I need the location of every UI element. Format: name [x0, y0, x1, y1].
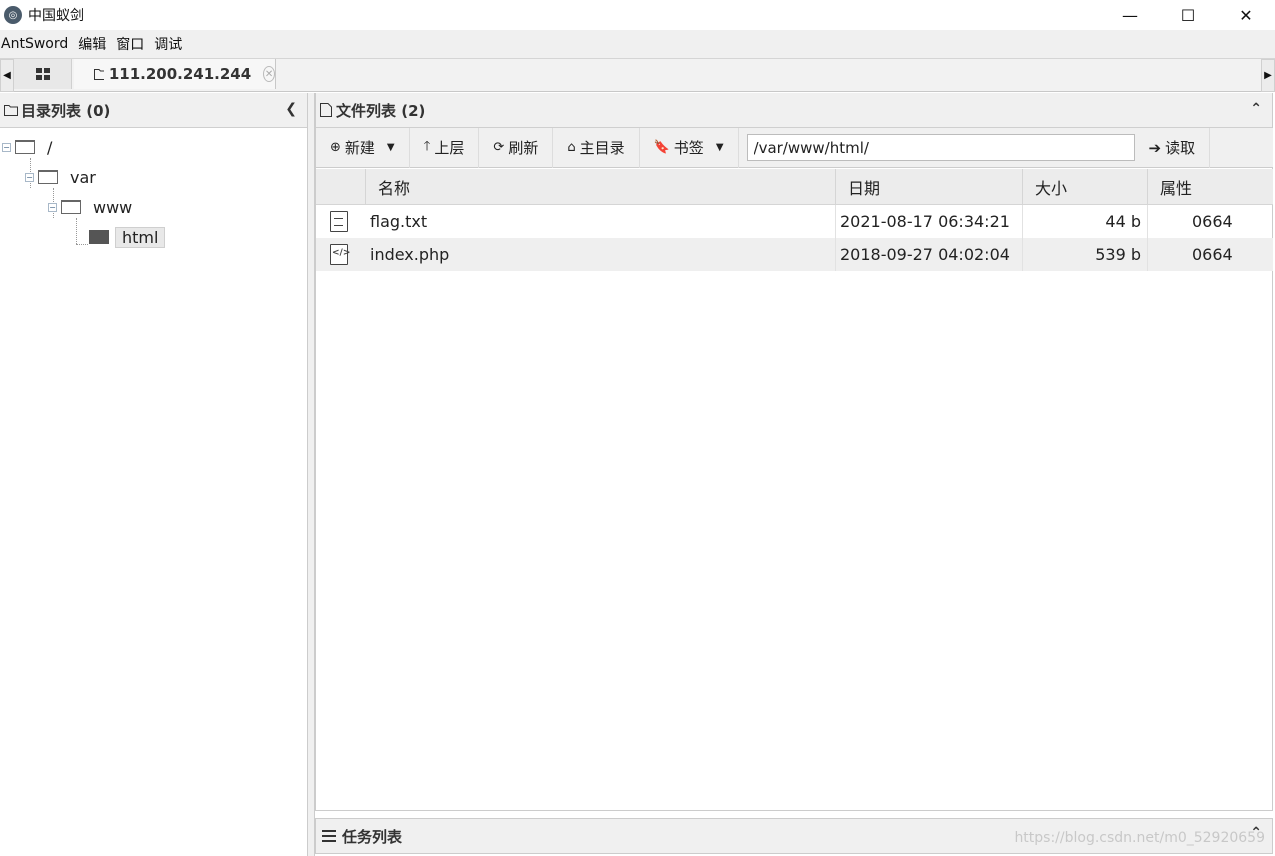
file-panel: 文件列表 (2) ⌃ ⊕ 新建 ▼ 🡑 上层 ⟳ 刷新 ⌂ 主目录 🔖 书签 ▼… [315, 93, 1273, 811]
caret-down-icon: ▼ [386, 142, 395, 153]
tasks-icon [322, 830, 336, 842]
tree-node-root[interactable]: − / [2, 135, 52, 159]
file-grid: 名称 日期 大小 属性 flag.txt 2021-08-17 06:34:21… [316, 169, 1273, 271]
directory-panel-title: 目录列表 (0) [21, 101, 111, 120]
arrow-right-icon: ➔ [1148, 138, 1162, 157]
column-name[interactable]: 名称 [366, 169, 836, 205]
directory-panel: 目录列表 (0) ❮ − / − var − www html [0, 93, 308, 856]
bookmark-button-label: 书签 [673, 139, 704, 157]
home-icon: ⌂ [567, 140, 576, 155]
menu-bar: AntSword 编辑 窗口 调试 [0, 30, 1275, 58]
collapse-up-icon[interactable]: ⌃ [1250, 101, 1262, 117]
column-size[interactable]: 大小 [1023, 169, 1148, 205]
path-input[interactable] [746, 134, 1135, 161]
menu-debug[interactable]: 调试 [153, 34, 189, 54]
tree-node-label: www [93, 197, 133, 217]
file-icon-cell [316, 205, 366, 238]
tab-scroll-right-icon[interactable]: ▶ [1261, 59, 1275, 92]
arrow-up-icon: 🡑 [423, 138, 431, 154]
column-attr[interactable]: 属性 [1148, 169, 1273, 205]
table-row[interactable]: </> index.php 2018-09-27 04:02:04 539 b … [316, 238, 1273, 271]
file-date: 2021-08-17 06:34:21 [836, 205, 1023, 238]
new-button[interactable]: ⊕ 新建 ▼ [316, 127, 410, 168]
file-size: 44 b [1023, 205, 1148, 238]
collapse-toggle-icon[interactable]: − [48, 202, 57, 212]
tab-home[interactable] [14, 59, 72, 89]
window-title: 中国蚁剑 [28, 8, 84, 24]
column-icon [316, 169, 366, 205]
column-date[interactable]: 日期 [836, 169, 1023, 205]
folder-icon [15, 140, 35, 154]
home-button-label: 主目录 [579, 139, 625, 157]
read-button-label: 读取 [1165, 139, 1196, 157]
file-icon [320, 103, 332, 117]
tab-scroll-left-icon[interactable]: ◀ [0, 59, 14, 92]
file-toolbar: ⊕ 新建 ▼ 🡑 上层 ⟳ 刷新 ⌂ 主目录 🔖 书签 ▼ ➔ 读取 [316, 127, 1273, 168]
grid-icon [35, 68, 50, 80]
file-name[interactable]: index.php [366, 238, 836, 271]
up-button-label: 上层 [434, 139, 465, 157]
watermark-text: https://blog.csdn.net/m0_52920659 [1014, 830, 1265, 846]
folder-icon [38, 170, 58, 184]
menu-edit[interactable]: 编辑 [77, 34, 113, 54]
close-tab-icon[interactable]: ✕ [263, 66, 275, 82]
refresh-button-label: 刷新 [508, 139, 539, 157]
up-button[interactable]: 🡑 上层 [410, 127, 480, 168]
menu-antsword[interactable]: AntSword [0, 36, 75, 52]
tree-node-www[interactable]: − www [48, 195, 132, 219]
tab-bar: ◀ 111.200.241.244 ✕ ▶ [0, 58, 1275, 92]
grid-header: 名称 日期 大小 属性 [316, 169, 1273, 205]
bookmark-icon: 🔖 [653, 140, 670, 155]
folder-icon [4, 105, 18, 116]
refresh-button[interactable]: ⟳ 刷新 [479, 127, 554, 168]
tab-connection[interactable]: 111.200.241.244 ✕ [74, 59, 276, 89]
table-row[interactable]: flag.txt 2021-08-17 06:34:21 44 b 0664 [316, 205, 1273, 238]
tree-node-label: var [70, 167, 96, 187]
tree-node-label: / [47, 137, 53, 157]
directory-panel-header: 目录列表 (0) ❮ [0, 93, 307, 128]
file-attr: 0664 [1192, 245, 1233, 264]
read-button[interactable]: ➔ 读取 [1135, 127, 1211, 168]
tree-node-html[interactable]: html [89, 225, 166, 249]
tree-node-var[interactable]: − var [25, 165, 96, 189]
task-panel-title: 任务列表 [342, 827, 403, 846]
plus-circle-icon: ⊕ [330, 140, 341, 155]
file-panel-header: 文件列表 (2) ⌃ [316, 93, 1272, 128]
file-date: 2018-09-27 04:02:04 [836, 238, 1023, 271]
minimize-button[interactable]: — [1101, 0, 1159, 30]
close-window-button[interactable]: ✕ [1217, 0, 1275, 30]
window-controls: — ☐ ✕ [1101, 0, 1275, 30]
panel-splitter[interactable] [308, 93, 315, 856]
new-button-label: 新建 [344, 139, 375, 157]
collapse-toggle-icon[interactable]: − [25, 172, 34, 182]
file-name[interactable]: flag.txt [366, 205, 836, 238]
text-file-icon [330, 211, 348, 232]
tree-node-label: html [115, 226, 166, 248]
collapse-left-icon[interactable]: ❮ [285, 101, 297, 117]
code-file-icon: </> [330, 244, 350, 265]
bookmark-button[interactable]: 🔖 书签 ▼ [640, 127, 739, 168]
caret-down-icon: ▼ [715, 142, 724, 153]
folder-open-icon [89, 230, 109, 244]
tab-connection-label: 111.200.241.244 [108, 65, 252, 83]
home-button[interactable]: ⌂ 主目录 [553, 127, 640, 168]
file-attr: 0664 [1192, 212, 1233, 231]
folder-icon [94, 69, 104, 80]
title-bar: ◎ 中国蚁剑 — ☐ ✕ [0, 0, 1275, 30]
menu-window[interactable]: 窗口 [115, 34, 151, 54]
maximize-button[interactable]: ☐ [1159, 0, 1217, 30]
collapse-toggle-icon[interactable]: − [2, 142, 11, 152]
file-icon-cell: </> [316, 238, 366, 271]
folder-icon [61, 200, 81, 214]
file-panel-title: 文件列表 (2) [336, 101, 426, 120]
refresh-icon: ⟳ [493, 140, 505, 155]
file-size: 539 b [1023, 238, 1148, 271]
antsword-logo-icon: ◎ [4, 6, 22, 24]
